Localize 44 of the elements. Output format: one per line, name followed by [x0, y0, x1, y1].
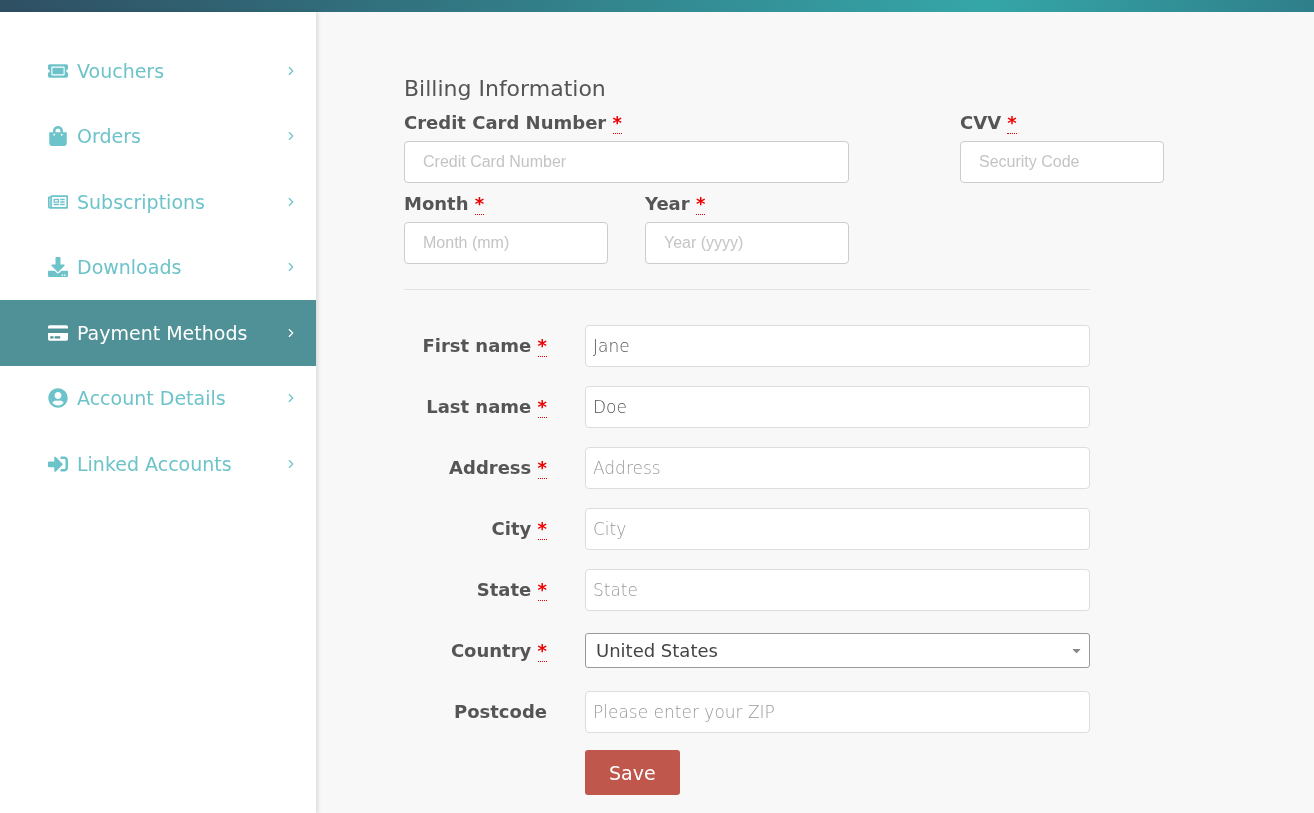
sidebar-item[interactable]: Payment Methods [0, 300, 316, 366]
sidebar-item[interactable]: Subscriptions [0, 169, 316, 235]
required-asterisk: * [537, 457, 547, 479]
shopping-bag-icon [48, 126, 68, 147]
input-field[interactable]: Doe [585, 385, 1090, 428]
sidebar-item[interactable]: Linked Accounts [0, 431, 316, 497]
required-asterisk: * [537, 640, 547, 662]
required-asterisk: * [537, 335, 547, 357]
field-label: Postcode [453, 701, 547, 722]
field-label: Country * [449, 640, 547, 661]
required-asterisk: * [537, 518, 547, 540]
input-field[interactable]: Security Code [960, 141, 1164, 183]
sidebar-item[interactable]: Account Details [0, 365, 316, 431]
required-asterisk: * [695, 193, 706, 215]
input-field[interactable]: Address [585, 446, 1090, 489]
credit-card-icon [48, 322, 68, 343]
input-field[interactable]: Jane [585, 324, 1090, 367]
input-field[interactable]: City [585, 507, 1090, 550]
country-select[interactable]: United States [585, 633, 1090, 668]
input-field[interactable]: Year (yyyy) [645, 222, 849, 264]
required-asterisk: * [1007, 112, 1017, 134]
field-label: Address * [448, 457, 547, 478]
required-asterisk: * [474, 193, 485, 215]
input-field[interactable]: Credit Card Number [404, 141, 849, 183]
field-label: Year * [645, 193, 707, 214]
field-label: State * [475, 579, 547, 600]
field-label: City * [490, 518, 547, 539]
sidebar-item[interactable]: Downloads [0, 234, 316, 300]
field-label: Month * [404, 193, 486, 214]
field-label: First name * [421, 335, 547, 356]
field-label: Last name * [425, 396, 547, 417]
required-asterisk: * [537, 579, 547, 601]
input-field[interactable]: Please enter your ZIP [585, 690, 1090, 733]
save-button[interactable]: Save [585, 750, 680, 795]
required-asterisk: * [537, 396, 547, 418]
section-title: Billing Information [404, 76, 607, 101]
input-field[interactable]: Month (mm) [404, 222, 608, 264]
sidebar-item[interactable]: Orders [0, 103, 316, 169]
field-label: CVV * [960, 112, 1018, 133]
sidebar-item[interactable]: Vouchers [0, 38, 316, 104]
download-icon [48, 257, 68, 278]
field-label: Credit Card Number * [404, 112, 623, 133]
required-asterisk: * [612, 112, 622, 134]
input-field[interactable]: State [585, 568, 1090, 611]
